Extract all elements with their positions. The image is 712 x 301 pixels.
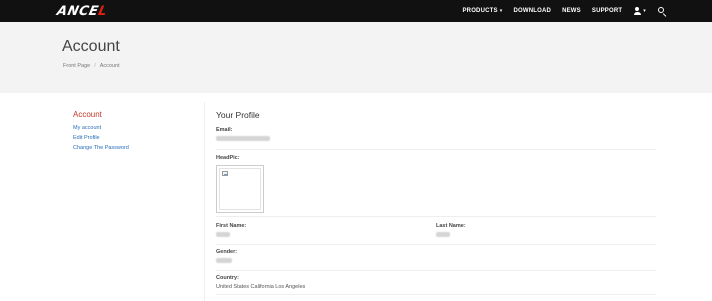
gender-label: Gender: <box>216 249 238 255</box>
page-header: Account Front Page / Account <box>0 22 712 93</box>
last-name-label: Last Name: <box>436 223 466 229</box>
email-field: Email: <box>216 127 656 143</box>
logo-text: ANCEL <box>55 3 109 19</box>
profile-title: Your Profile <box>216 110 260 120</box>
email-label: Email: <box>216 127 233 133</box>
gender-value <box>216 258 656 265</box>
name-row: First Name: Last Name: <box>216 223 656 239</box>
first-name-label: First Name: <box>216 223 247 229</box>
last-name-field: Last Name: <box>436 223 656 239</box>
divider <box>216 294 656 295</box>
divider <box>216 216 656 217</box>
brand-logo[interactable]: ANCEL <box>55 3 109 19</box>
main-nav: PRODUCTS ▾ DOWNLOAD NEWS SUPPORT ▾ <box>451 0 666 22</box>
nav-support[interactable]: SUPPORT <box>592 8 622 14</box>
email-value <box>216 136 656 143</box>
breadcrumb: Front Page / Account <box>63 63 120 69</box>
country-value: United States California Los Angeles <box>216 284 306 290</box>
headpic-field: HeadPic: <box>216 155 656 213</box>
divider <box>216 244 656 245</box>
country-field: Country: United States California Los An… <box>216 275 656 290</box>
avatar <box>216 165 264 213</box>
divider <box>216 149 656 150</box>
first-name-value <box>216 232 436 239</box>
divider <box>204 102 205 301</box>
nav-news[interactable]: NEWS <box>562 8 581 14</box>
breadcrumb-account: Account <box>99 63 120 69</box>
nav-products[interactable]: PRODUCTS ▾ <box>462 8 502 14</box>
breadcrumb-front-page[interactable]: Front Page <box>63 63 90 69</box>
sidebar-item-my-account[interactable]: My account <box>73 123 193 133</box>
nav-download[interactable]: DOWNLOAD <box>513 8 551 14</box>
breadcrumb-separator: / <box>94 63 96 69</box>
gender-field: Gender: <box>216 249 656 265</box>
user-menu[interactable]: ▾ <box>633 7 646 15</box>
country-label: Country: <box>216 275 239 281</box>
chevron-down-icon: ▾ <box>643 8 646 14</box>
search-icon[interactable] <box>658 7 666 17</box>
profile-panel: Your Profile Email: HeadPic: First Name:… <box>216 110 656 295</box>
page-title: Account <box>62 38 120 55</box>
sidebar-title: Account <box>73 110 102 119</box>
divider <box>216 270 656 271</box>
account-sidebar: Account My account Edit Profile Change T… <box>73 110 193 153</box>
last-name-value <box>436 232 656 239</box>
sidebar-item-edit-profile[interactable]: Edit Profile <box>73 133 193 143</box>
broken-image-icon <box>222 171 228 176</box>
chevron-down-icon: ▾ <box>499 8 503 14</box>
user-icon <box>633 7 641 15</box>
first-name-field: First Name: <box>216 223 436 239</box>
sidebar-item-change-password[interactable]: Change The Password <box>73 143 193 153</box>
nav-products-label: PRODUCTS <box>462 8 498 14</box>
headpic-label: HeadPic: <box>216 155 240 161</box>
top-navbar: ANCEL PRODUCTS ▾ DOWNLOAD NEWS SUPPORT ▾ <box>0 0 712 22</box>
